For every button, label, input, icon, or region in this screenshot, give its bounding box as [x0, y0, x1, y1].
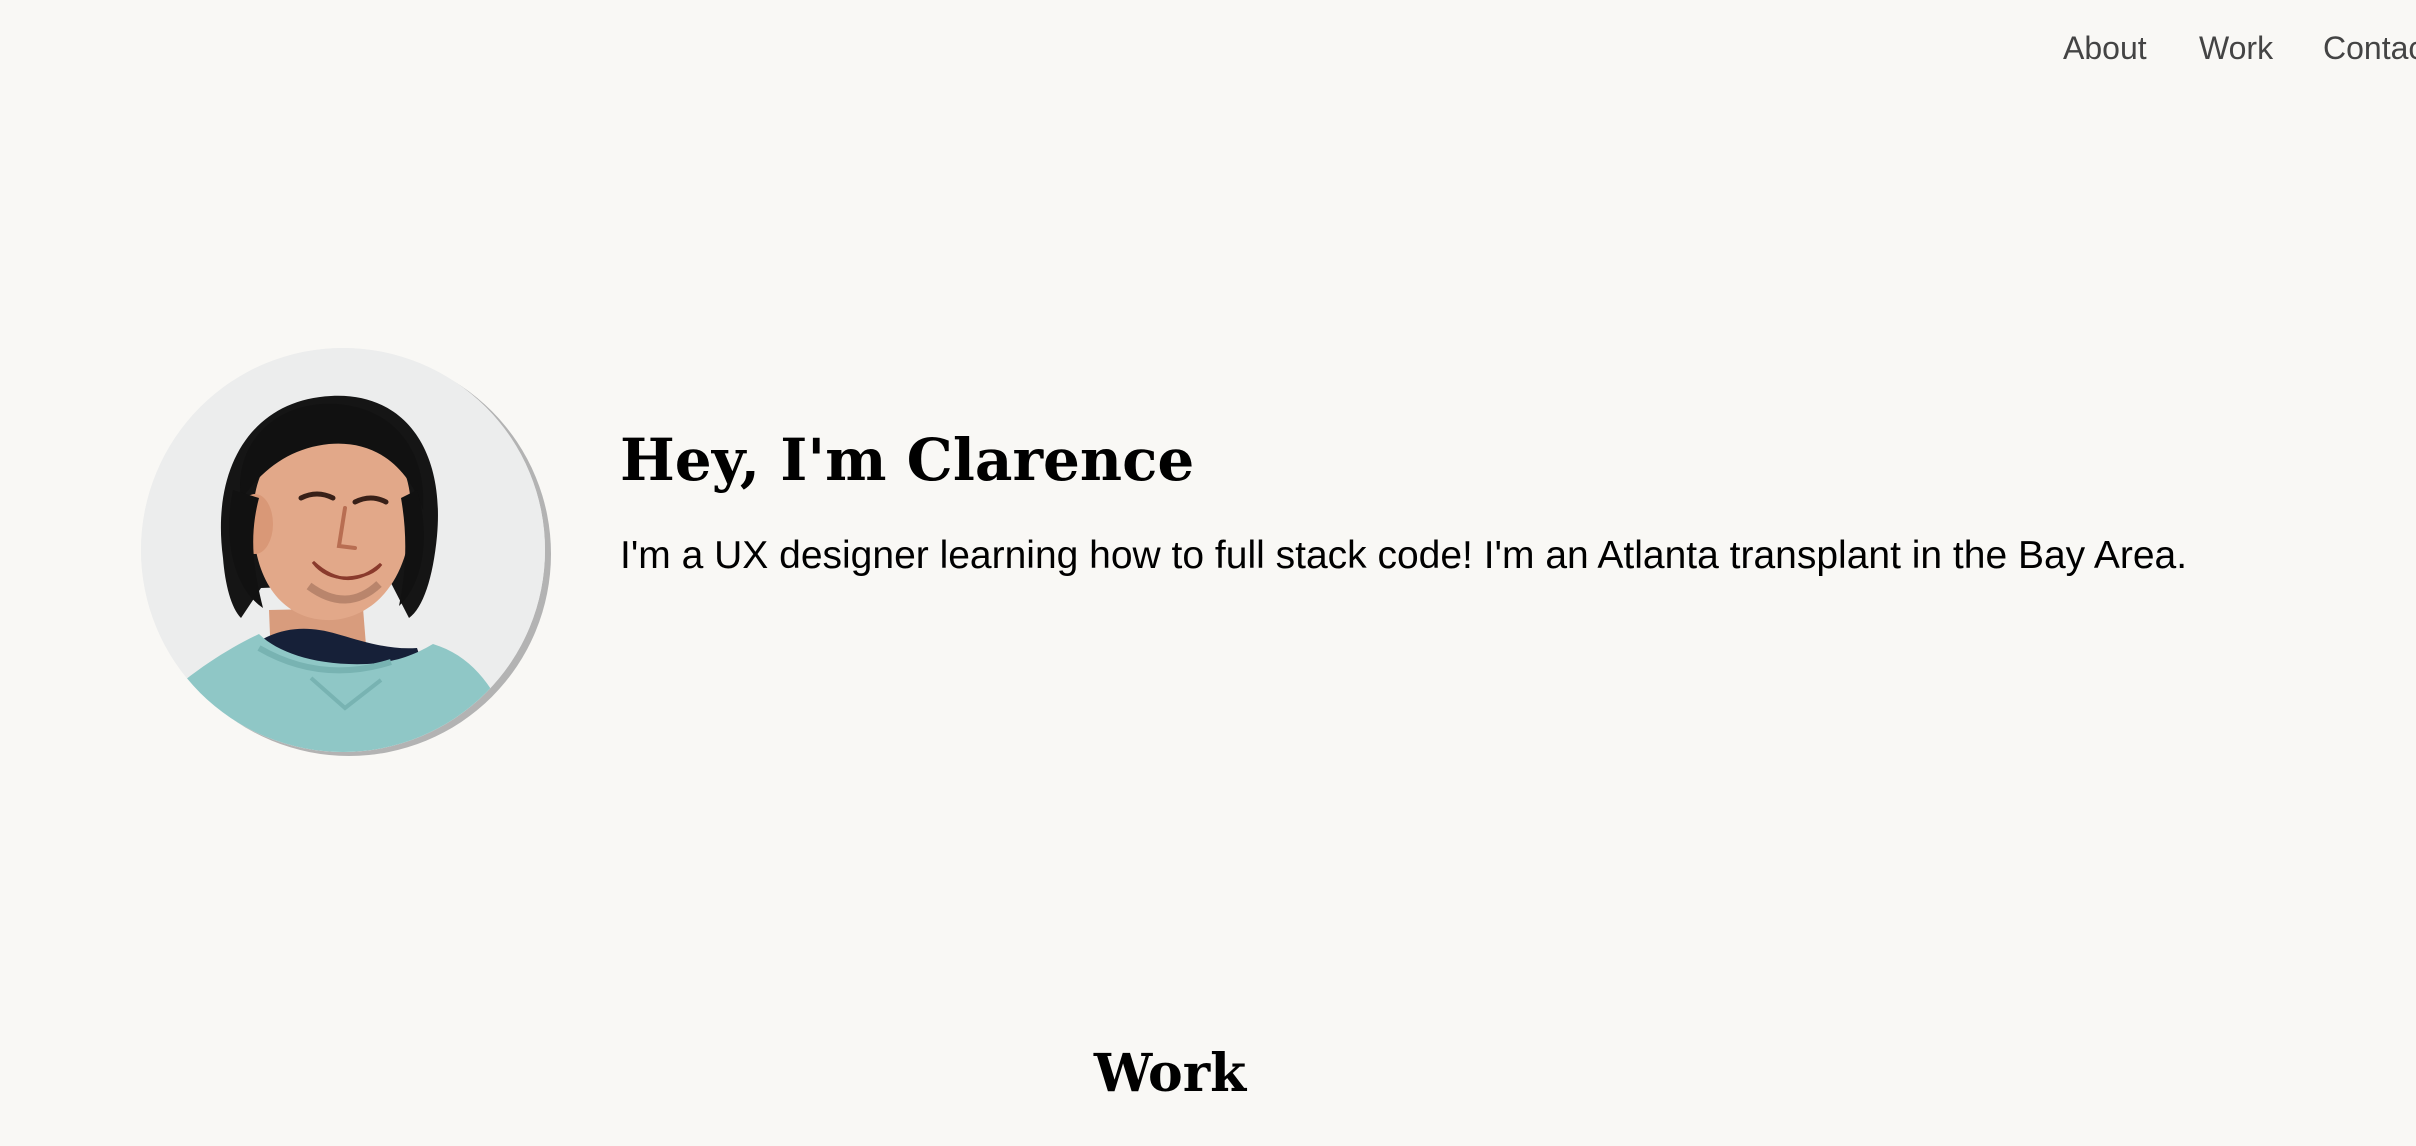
nav-link-contact[interactable]: Contact: [2323, 24, 2416, 72]
top-navigation: About Work Contact: [2040, 24, 2416, 72]
nav-link-work[interactable]: Work: [2199, 24, 2273, 72]
work-section-title: Work: [1093, 1043, 1247, 1104]
profile-avatar: [141, 348, 545, 752]
hero-title: Hey, I'm Clarence: [620, 426, 1195, 494]
profile-photo-illustration: [141, 348, 545, 752]
nav-link-about[interactable]: About: [2063, 24, 2147, 72]
hero-description: I'm a UX designer learning how to full s…: [620, 534, 2188, 577]
